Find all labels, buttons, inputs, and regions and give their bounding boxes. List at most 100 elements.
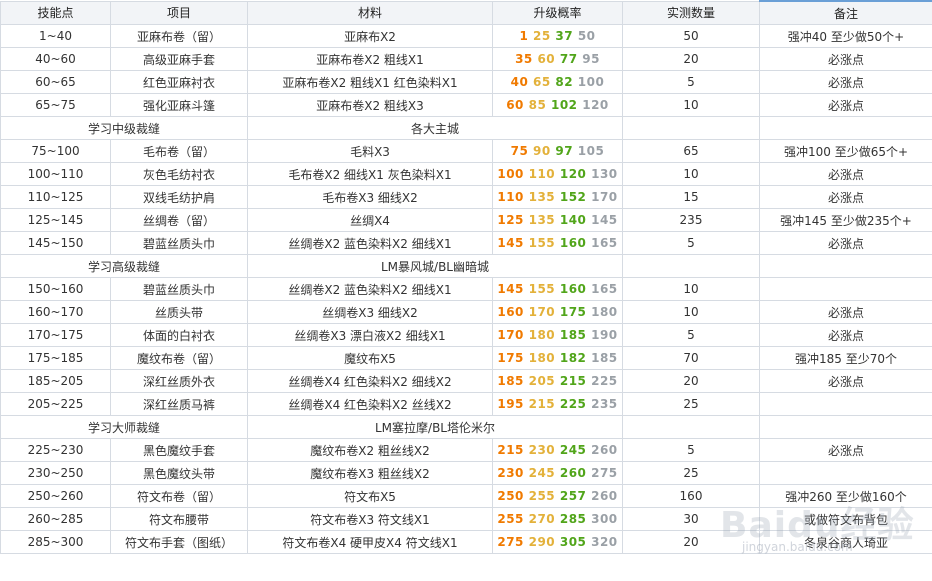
rate-yellow: 135	[528, 190, 556, 204]
section-location-label: 各大主城	[247, 116, 623, 140]
table-row: 145~150 碧蓝丝质头巾 丝绸卷X2 蓝色染料X2 细线X1 145 155 16…	[0, 231, 932, 255]
rate-cell: 185 205 215 225	[492, 369, 623, 393]
note-cell: 必涨点	[759, 93, 932, 117]
table-row: 230~250 黑色魔纹头带 魔纹布卷X3 粗丝线X2 230 245 260 275…	[0, 461, 932, 485]
note-cell	[759, 277, 932, 301]
table-row: 205~225 深红丝质马裤 丝绸卷X4 红色染料X2 丝线X2 195 215 22…	[0, 392, 932, 416]
quantity-cell: 20	[622, 47, 760, 71]
rate-gray: 165	[591, 236, 618, 250]
material-cell: 毛布卷X3 细线X2	[247, 185, 493, 209]
skill-range-cell: 185~205	[0, 369, 111, 393]
rate-green: 245	[559, 443, 587, 457]
skill-range-cell: 160~170	[0, 300, 111, 324]
rate-yellow: 135	[528, 213, 556, 227]
table-row: 150~160 碧蓝丝质头巾 丝绸卷X2 蓝色染料X2 细线X1 145 155 16…	[0, 277, 932, 301]
rate-yellow: 215	[528, 397, 556, 411]
quantity-cell: 25	[622, 392, 760, 416]
rate-gray: 100	[577, 75, 605, 89]
material-cell: 符文布X5	[247, 484, 493, 508]
rate-yellow: 60	[537, 52, 556, 66]
skill-range-cell: 1~40	[0, 24, 111, 48]
rate-cell: 230 245 260 275	[492, 461, 623, 485]
table-row: 225~230 黑色魔纹手套 魔纹布卷X2 粗丝线X2 215 230 245 260…	[0, 438, 932, 462]
quantity-cell: 70	[622, 346, 760, 370]
rate-green: 102	[550, 98, 578, 112]
rate-orange: 195	[497, 397, 524, 411]
item-name-cell: 高级亚麻手套	[110, 47, 248, 71]
skill-range-cell: 145~150	[0, 231, 111, 255]
rate-orange: 100	[497, 167, 524, 181]
rate-cell: 125 135 140 145	[492, 208, 623, 232]
skill-range-cell: 100~110	[0, 162, 111, 186]
item-name-cell: 黑色魔纹头带	[110, 461, 248, 485]
rate-green: 140	[559, 213, 587, 227]
item-name-cell: 黑色魔纹手套	[110, 438, 248, 462]
rate-orange: 170	[497, 328, 524, 342]
header-rate: 升级概率	[492, 0, 623, 25]
quantity-cell: 5	[622, 438, 760, 462]
rate-yellow: 155	[528, 282, 556, 296]
material-cell: 亚麻布卷X2 粗线X1 红色染料X1	[247, 70, 493, 94]
skill-range-cell: 60~65	[0, 70, 111, 94]
item-name-cell: 亚麻布卷（留）	[110, 24, 248, 48]
section-location-label: LM暴风城/BL幽暗城	[247, 254, 623, 278]
note-cell	[759, 392, 932, 416]
note-cell: 必涨点	[759, 323, 932, 347]
rate-yellow: 230	[528, 443, 556, 457]
rate-cell: 75 90 97 105	[492, 139, 623, 163]
rate-cell: 215 230 245 260	[492, 438, 623, 462]
quantity-cell: 235	[622, 208, 760, 232]
note-cell: 必涨点	[759, 162, 932, 186]
rate-cell: 255 270 285 300	[492, 507, 623, 531]
note-cell: 必涨点	[759, 231, 932, 255]
rate-orange: 255	[497, 512, 524, 526]
skill-range-cell: 40~60	[0, 47, 111, 71]
rate-orange: 60	[506, 98, 524, 112]
section-row: 学习高级裁缝 LM暴风城/BL幽暗城	[0, 254, 932, 278]
rate-cell: 145 155 160 165	[492, 277, 623, 301]
section-empty-cell	[759, 415, 932, 439]
rate-cell: 275 290 305 320	[492, 530, 623, 554]
rate-orange: 160	[497, 305, 524, 319]
material-cell: 丝绸X4	[247, 208, 493, 232]
rate-yellow: 245	[528, 466, 556, 480]
skill-range-cell: 250~260	[0, 484, 111, 508]
material-cell: 丝绸卷X3 细线X2	[247, 300, 493, 324]
rate-gray: 190	[591, 328, 618, 342]
item-name-cell: 碧蓝丝质头巾	[110, 231, 248, 255]
rate-green: 305	[559, 535, 587, 549]
rate-gray: 130	[591, 167, 618, 181]
rate-orange: 230	[497, 466, 524, 480]
rate-orange: 1	[519, 29, 529, 43]
rate-gray: 105	[577, 144, 605, 158]
header-note: 备注	[759, 0, 932, 25]
table-row: 110~125 双线毛纺护肩 毛布卷X3 细线X2 110 135 152 170 15…	[0, 185, 932, 209]
section-location-label: LM塞拉摩/BL塔伦米尔	[247, 415, 623, 439]
section-row: 学习大师裁缝 LM塞拉摩/BL塔伦米尔	[0, 415, 932, 439]
rate-cell: 100 110 120 130	[492, 162, 623, 186]
table-row: 65~75 强化亚麻斗篷 亚麻布卷X2 粗线X3 60 85 102 120 10 必涨点	[0, 93, 932, 117]
item-name-cell: 红色亚麻衬衣	[110, 70, 248, 94]
rate-orange: 110	[497, 190, 524, 204]
rate-yellow: 110	[528, 167, 556, 181]
quantity-cell: 10	[622, 93, 760, 117]
rate-yellow: 25	[533, 29, 551, 43]
material-cell: 符文布卷X4 硬甲皮X4 符文线X1	[247, 530, 493, 554]
rate-yellow: 65	[533, 75, 551, 89]
item-name-cell: 符文布手套（图纸）	[110, 530, 248, 554]
material-cell: 亚麻布卷X2 粗线X3	[247, 93, 493, 117]
quantity-cell: 5	[622, 231, 760, 255]
rate-green: 120	[559, 167, 587, 181]
rate-orange: 145	[497, 282, 524, 296]
material-cell: 丝绸卷X2 蓝色染料X2 细线X1	[247, 277, 493, 301]
table-row: 125~145 丝绸卷（留） 丝绸X4 125 135 140 145 235 强冲145…	[0, 208, 932, 232]
rate-yellow: 180	[528, 351, 556, 365]
rate-yellow: 205	[528, 374, 556, 388]
rate-green: 160	[559, 236, 587, 250]
rate-gray: 225	[591, 374, 618, 388]
rate-gray: 275	[591, 466, 618, 480]
rate-orange: 175	[497, 351, 524, 365]
rate-orange: 275	[497, 535, 524, 549]
item-name-cell: 符文布卷（留）	[110, 484, 248, 508]
section-learn-label: 学习中级裁缝	[0, 116, 248, 140]
